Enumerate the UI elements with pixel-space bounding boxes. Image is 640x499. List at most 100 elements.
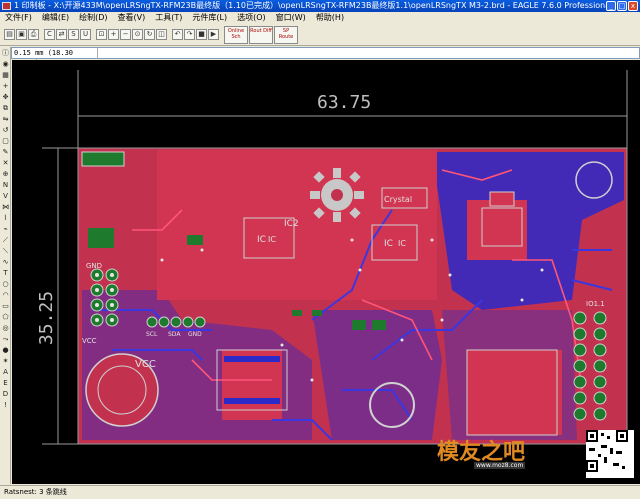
undo-icon[interactable]: ↶ bbox=[172, 29, 183, 40]
print-icon[interactable]: ⎙ bbox=[28, 29, 39, 40]
ic2-label: IC bbox=[384, 239, 393, 249]
online-sch-button[interactable]: Online Sch bbox=[224, 25, 248, 44]
menu-library[interactable]: 元件库(L) bbox=[187, 12, 232, 24]
arc-icon[interactable]: ◠ bbox=[1, 291, 10, 300]
vcc-label-large: VCC bbox=[135, 359, 156, 370]
gnd-label: GND bbox=[86, 262, 102, 270]
zoom-area-icon[interactable]: ◫ bbox=[156, 29, 167, 40]
change-icon[interactable]: ✎ bbox=[1, 148, 10, 157]
board-switch-icon[interactable]: ⇄ bbox=[56, 29, 67, 40]
antenna-pad bbox=[466, 349, 558, 436]
signal-icon[interactable]: ⤳ bbox=[1, 335, 10, 344]
eagle-window: 1 印制板 - X:\开源433M\openLRSngTX-RFM23B最终版（… bbox=[0, 0, 640, 499]
menu-draw[interactable]: 绘制(D) bbox=[74, 12, 112, 24]
text-icon[interactable]: T bbox=[1, 269, 10, 278]
watermark-url: www.moz8.com bbox=[474, 462, 526, 469]
display-icon[interactable]: ▦ bbox=[1, 71, 10, 80]
script-icon[interactable]: S bbox=[68, 29, 79, 40]
menu-options[interactable]: 选项(O) bbox=[232, 12, 271, 24]
toolbar-separator bbox=[220, 29, 223, 40]
menu-window[interactable]: 窗口(W) bbox=[271, 12, 311, 24]
eagle-app-icon bbox=[2, 2, 11, 10]
hole-icon[interactable]: ● bbox=[1, 346, 10, 355]
menu-bar: 文件(F) 编辑(E) 绘制(D) 查看(V) 工具(T) 元件库(L) 选项(… bbox=[0, 12, 640, 24]
menu-help[interactable]: 帮助(H) bbox=[311, 12, 349, 24]
qr-code-icon bbox=[586, 430, 634, 478]
board-canvas[interactable]: 63.75 35.25 IC IC Crystal IC2 VCC VCC GN… bbox=[12, 60, 640, 484]
zoom-select-icon[interactable]: ⊙ bbox=[132, 29, 143, 40]
sp-route-button[interactable]: SP Route bbox=[274, 25, 298, 44]
dimension-horizontal: 63.75 bbox=[317, 92, 371, 113]
drc-icon[interactable]: D bbox=[1, 390, 10, 399]
window-controls: _ □ x bbox=[606, 1, 638, 11]
value-icon[interactable]: V bbox=[1, 192, 10, 201]
status-bar: Ratsnest: 3 条跳线 bbox=[0, 485, 640, 499]
toolbar-separator bbox=[168, 29, 171, 40]
maximize-button[interactable]: □ bbox=[617, 1, 627, 11]
circle-icon[interactable]: ○ bbox=[1, 280, 10, 289]
smash-icon[interactable]: ⋈ bbox=[1, 203, 10, 212]
copy-icon[interactable]: ⧉ bbox=[1, 104, 10, 113]
ic1-label: IC bbox=[257, 235, 266, 245]
auto-icon[interactable]: A bbox=[1, 368, 10, 377]
command-palette: ⓘ ◉ ▦ + ✥ ⧉ ⇋ ↺ ▢ ✎ ✕ ⊕ N V ⋈ ⌇ ⌁ ⟋ ⟍ ∿ … bbox=[0, 47, 11, 484]
dimension-vertical: 35.25 bbox=[36, 291, 57, 345]
minimize-button[interactable]: _ bbox=[606, 1, 616, 11]
status-text: Ratsnest: 3 条跳线 bbox=[4, 488, 67, 496]
add-icon[interactable]: ⊕ bbox=[1, 170, 10, 179]
move-icon[interactable]: ✥ bbox=[1, 93, 10, 102]
save-icon[interactable]: ▣ bbox=[16, 29, 27, 40]
scl-label: SCL bbox=[146, 331, 158, 338]
mark-icon[interactable]: + bbox=[1, 82, 10, 91]
zoom-in-icon[interactable]: + bbox=[108, 29, 119, 40]
errors-icon[interactable]: ! bbox=[1, 401, 10, 410]
erc-icon[interactable]: E bbox=[1, 379, 10, 388]
mirror-icon[interactable]: ⇋ bbox=[1, 115, 10, 124]
zoom-out-icon[interactable]: − bbox=[120, 29, 131, 40]
menu-file[interactable]: 文件(F) bbox=[0, 12, 37, 24]
ripup-icon[interactable]: ⟍ bbox=[1, 247, 10, 256]
gnd-label-2: GND bbox=[188, 331, 202, 338]
redraw-icon[interactable]: ↻ bbox=[144, 29, 155, 40]
stop-icon[interactable]: ■ bbox=[196, 29, 207, 40]
ic-label-extra-2: IC bbox=[398, 239, 406, 248]
menu-tools[interactable]: 工具(T) bbox=[150, 12, 187, 24]
main-toolbar: ▤ ▣ ⎙ C ⇄ S U ⊡ + − ⊙ ↻ ◫ ↶ ↷ ■ ▶ Online… bbox=[0, 24, 640, 46]
info-icon[interactable]: ⓘ bbox=[1, 49, 10, 58]
group-icon[interactable]: ▢ bbox=[1, 137, 10, 146]
rotate-icon[interactable]: ↺ bbox=[1, 126, 10, 135]
ratsnest-icon[interactable]: ✶ bbox=[1, 357, 10, 366]
toolbar-separator bbox=[40, 29, 43, 40]
site-watermark: 模友之吧 www.moz8.com bbox=[434, 430, 634, 478]
route-diff-button[interactable]: Rout Diff bbox=[249, 25, 273, 44]
cam-icon[interactable]: C bbox=[44, 29, 55, 40]
redo-icon[interactable]: ↷ bbox=[184, 29, 195, 40]
ic2-ref-label: IC2 bbox=[284, 219, 299, 229]
ic-label-extra: IC bbox=[268, 235, 276, 244]
command-input[interactable] bbox=[98, 48, 639, 58]
window-title: 1 印制板 - X:\开源433M\openLRSngTX-RFM23B最终版（… bbox=[14, 1, 613, 10]
wire-icon[interactable]: ∿ bbox=[1, 258, 10, 267]
close-button[interactable]: x bbox=[628, 1, 638, 11]
command-bar: 0.15 mm (18.30 44.40) bbox=[11, 47, 640, 67]
zoom-fit-icon[interactable]: ⊡ bbox=[96, 29, 107, 40]
open-icon[interactable]: ▤ bbox=[4, 29, 15, 40]
io-label: IO1.1 bbox=[586, 300, 605, 308]
via-icon[interactable]: ◎ bbox=[1, 324, 10, 333]
title-bar: 1 印制板 - X:\开源433M\openLRSngTX-RFM23B最终版（… bbox=[0, 0, 640, 12]
polygon-icon[interactable]: ⬠ bbox=[1, 313, 10, 322]
menu-view[interactable]: 查看(V) bbox=[113, 12, 151, 24]
vcc-label-small: VCC bbox=[82, 337, 97, 345]
menu-edit[interactable]: 编辑(E) bbox=[37, 12, 74, 24]
sda-label: SDA bbox=[168, 331, 181, 338]
show-icon[interactable]: ◉ bbox=[1, 60, 10, 69]
ulp-icon[interactable]: U bbox=[80, 29, 91, 40]
optimize-icon[interactable]: ⌁ bbox=[1, 225, 10, 234]
go-icon[interactable]: ▶ bbox=[208, 29, 219, 40]
rect-icon[interactable]: ▭ bbox=[1, 302, 10, 311]
board-drawing: 63.75 35.25 IC IC Crystal IC2 VCC VCC GN… bbox=[36, 70, 628, 445]
split-icon[interactable]: ⌇ bbox=[1, 214, 10, 223]
name-icon[interactable]: N bbox=[1, 181, 10, 190]
route-icon[interactable]: ⟋ bbox=[1, 236, 10, 245]
delete-icon[interactable]: ✕ bbox=[1, 159, 10, 168]
